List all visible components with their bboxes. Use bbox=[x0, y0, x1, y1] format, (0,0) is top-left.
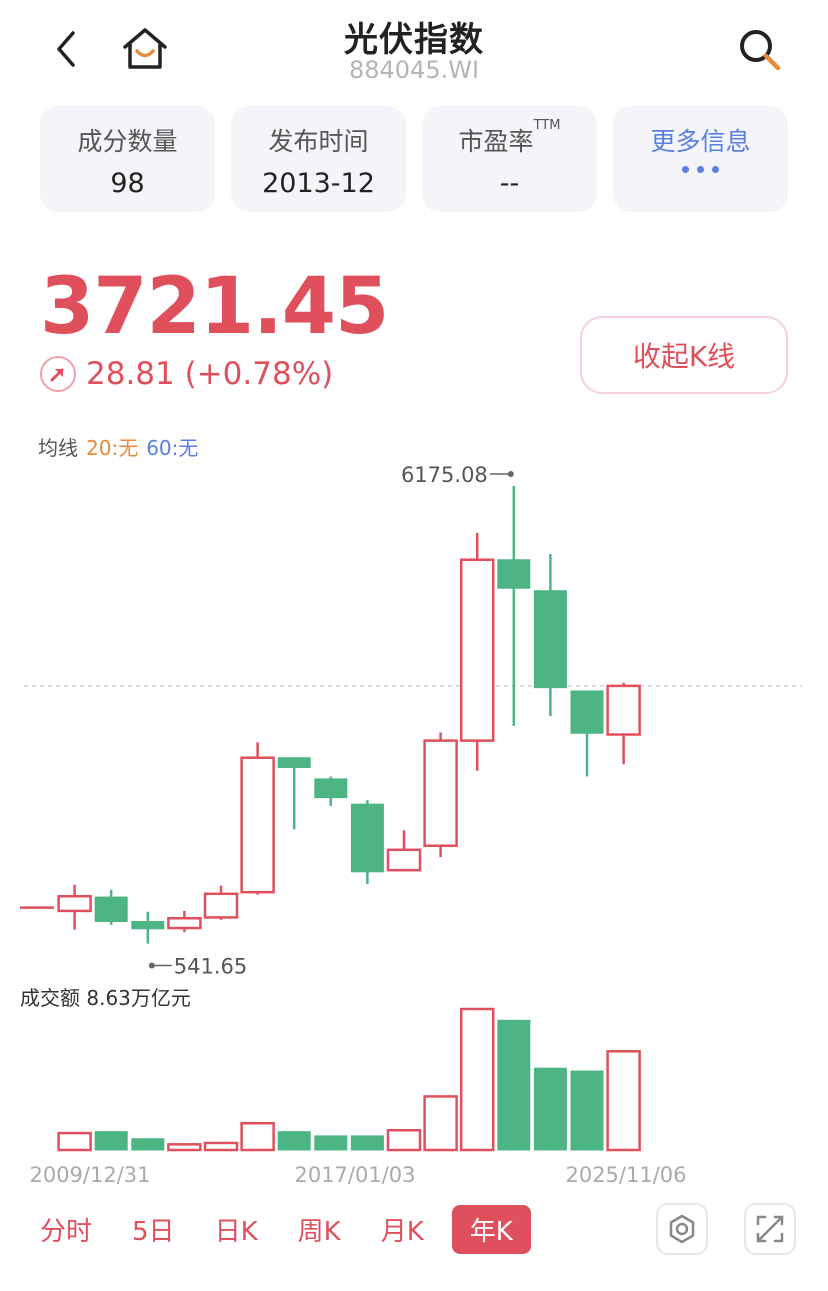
volume-bar bbox=[350, 1135, 384, 1151]
tab-intraday[interactable]: 分时 bbox=[28, 1207, 104, 1252]
tab-daily[interactable]: 日K bbox=[203, 1207, 270, 1252]
candle bbox=[423, 739, 458, 847]
tab-weekly[interactable]: 周K bbox=[286, 1207, 353, 1252]
volume-bar bbox=[167, 1143, 202, 1152]
tab-5day[interactable]: 5日 bbox=[120, 1207, 187, 1252]
fullscreen-button[interactable] bbox=[744, 1203, 796, 1255]
volume-bar bbox=[423, 1095, 458, 1152]
volume-bar bbox=[131, 1138, 165, 1151]
candle bbox=[203, 892, 239, 919]
x-tick-label: 2025/11/06 bbox=[565, 1163, 686, 1187]
volume-bar bbox=[57, 1131, 92, 1152]
candle bbox=[386, 848, 422, 872]
volume-bar bbox=[497, 1019, 531, 1151]
candle bbox=[131, 921, 165, 930]
x-tick-label: 2009/12/31 bbox=[29, 1163, 150, 1187]
tab-yearly[interactable]: 年K bbox=[451, 1204, 531, 1254]
candle bbox=[57, 894, 92, 913]
period-tabs: 分时 5日 日K 周K 月K 年K bbox=[28, 1204, 547, 1254]
kline-chart[interactable]: 6175.08 541.65 2009/12/31 2017/01/03 2025/11… bbox=[0, 0, 828, 1291]
candle bbox=[167, 916, 202, 930]
x-tick-label: 2017/01/03 bbox=[294, 1163, 415, 1187]
volume-bar bbox=[459, 1007, 495, 1152]
fullscreen-icon bbox=[756, 1215, 784, 1243]
max-annotation: 6175.08 bbox=[401, 463, 488, 487]
settings-icon bbox=[669, 1214, 695, 1244]
candle bbox=[277, 757, 311, 769]
candle bbox=[497, 559, 531, 589]
volume-bar bbox=[386, 1129, 422, 1152]
candle bbox=[459, 558, 495, 742]
candle bbox=[240, 756, 275, 894]
volume-bar bbox=[94, 1131, 128, 1151]
candle bbox=[350, 803, 384, 873]
candle bbox=[606, 684, 641, 736]
volume-bar bbox=[606, 1050, 641, 1152]
volume-bar bbox=[533, 1067, 567, 1151]
candle bbox=[570, 690, 604, 734]
candle bbox=[533, 590, 567, 689]
volume-bar bbox=[240, 1121, 275, 1152]
candle bbox=[314, 778, 348, 799]
volume-bar bbox=[314, 1135, 348, 1151]
volume-bar bbox=[203, 1141, 239, 1152]
tab-monthly[interactable]: 月K bbox=[369, 1207, 436, 1252]
volume-bar bbox=[277, 1131, 311, 1151]
volume-bar bbox=[570, 1070, 604, 1151]
volume-label: 成交额 8.63万亿元 bbox=[20, 986, 191, 1010]
indicator-settings-button[interactable] bbox=[656, 1203, 708, 1255]
min-annotation: 541.65 bbox=[174, 955, 247, 979]
max-marker-dot bbox=[507, 471, 514, 477]
candle bbox=[94, 896, 128, 923]
